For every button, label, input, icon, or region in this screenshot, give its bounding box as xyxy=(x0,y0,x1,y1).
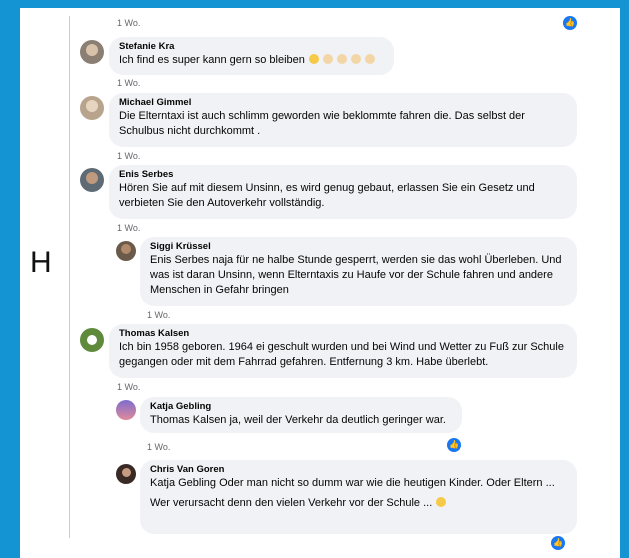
smile-emoji-icon xyxy=(308,54,319,64)
thumbs-up-emoji-icon xyxy=(365,54,376,64)
reply-bubble: Katja Gebling Thomas Kalsen ja, weil der… xyxy=(140,397,462,433)
comment-author[interactable]: Michael Gimmel xyxy=(119,97,567,109)
comment-text: Ich find es super kann gern so bleiben xyxy=(119,54,305,66)
timestamp[interactable]: 1 Wo. xyxy=(147,442,170,452)
avatar[interactable] xyxy=(80,96,104,120)
comment-bubble: Michael Gimmel Die Elterntaxi ist auch s… xyxy=(109,93,577,147)
timestamp[interactable]: 1 Wo. xyxy=(117,78,140,88)
avatar[interactable] xyxy=(80,328,104,352)
like-icon[interactable]: 👍 xyxy=(563,16,577,30)
comment-text: Enis Serbes naja für ne halbe Stunde ges… xyxy=(150,254,562,296)
text-cursor-icon: H xyxy=(30,246,52,279)
timestamp[interactable]: 1 Wo. xyxy=(117,223,140,233)
comment-text-second-line: Wer verursacht denn den vielen Verkehr v… xyxy=(150,497,433,509)
comment-author[interactable]: Enis Serbes xyxy=(119,169,567,181)
comment-text: Thomas Kalsen ja, weil der Verkehr da de… xyxy=(150,414,446,426)
timestamp[interactable]: 1 Wo. xyxy=(117,18,140,28)
avatar[interactable] xyxy=(80,40,104,64)
comment-text: Katja Gebling Oder man nicht so dumm war… xyxy=(150,477,555,489)
comments-panel: 1 Wo. 👍 Stefanie Kra Ich find es super k… xyxy=(20,8,620,558)
thumbs-up-emoji-icon xyxy=(351,54,362,64)
reaction-icon[interactable]: 👍 xyxy=(551,536,565,550)
comment-bubble: Stefanie Kra Ich find es super kann gern… xyxy=(109,37,394,75)
reply-bubble: Chris Van Goren Katja Gebling Oder man n… xyxy=(140,460,577,534)
avatar[interactable] xyxy=(116,241,136,261)
comment-bubble: Thomas Kalsen Ich bin 1958 geboren. 1964… xyxy=(109,324,577,378)
comment-text: Ich bin 1958 geboren. 1964 ei geschult w… xyxy=(119,341,564,368)
comment-author[interactable]: Katja Gebling xyxy=(150,401,452,413)
avatar[interactable] xyxy=(80,168,104,192)
timestamp[interactable]: 1 Wo. xyxy=(117,382,140,392)
like-icon[interactable]: 👍 xyxy=(447,438,461,452)
comment-author[interactable]: Chris Van Goren xyxy=(150,464,567,476)
comment-bubble: Enis Serbes Hören Sie auf mit diesem Uns… xyxy=(109,165,577,219)
timestamp[interactable]: 1 Wo. xyxy=(117,151,140,161)
thumbs-up-emoji-icon xyxy=(337,54,348,64)
reply-bubble: Siggi Krüssel Enis Serbes naja für ne ha… xyxy=(140,237,577,306)
timestamp[interactable]: 1 Wo. xyxy=(147,310,170,320)
avatar[interactable] xyxy=(116,464,136,484)
comment-author[interactable]: Thomas Kalsen xyxy=(119,328,567,340)
comment-author[interactable]: Siggi Krüssel xyxy=(150,241,567,253)
thinking-emoji-icon xyxy=(436,497,447,507)
avatar[interactable] xyxy=(116,400,136,420)
comment-text: Hören Sie auf mit diesem Unsinn, es wird… xyxy=(119,182,535,209)
thumbs-up-emoji-icon xyxy=(323,54,334,64)
thread-line xyxy=(69,16,70,538)
comment-author[interactable]: Stefanie Kra xyxy=(119,41,384,53)
comment-text: Die Elterntaxi ist auch schlimm geworden… xyxy=(119,110,525,137)
